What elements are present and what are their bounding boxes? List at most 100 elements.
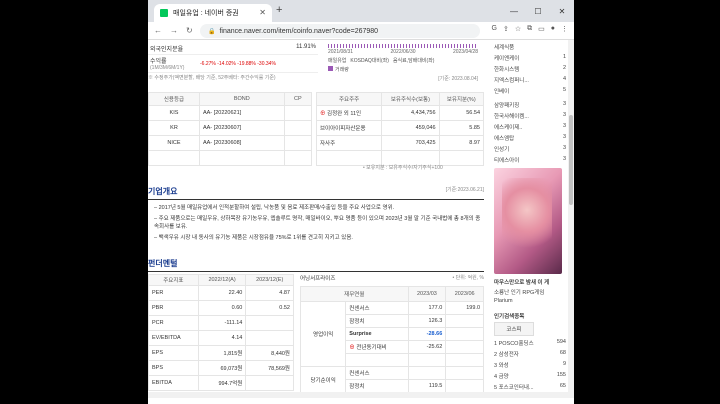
expand-icon[interactable]: ⊕ [320, 111, 326, 117]
table-row: 당기순이익 컨센서스 [299, 366, 484, 393]
menu-icon[interactable]: ⋮ [561, 25, 568, 33]
holder-shares: 459,046 [381, 120, 440, 136]
list-item[interactable]: 인성기 3 [494, 145, 566, 153]
holder-shares: 703,425 [381, 135, 440, 151]
star-icon[interactable]: ☆ [515, 25, 521, 33]
popular-list: 1 POSCO홀딩스 594 2 삼성전자 68 3 와성 9 4 금양 155 5 포… [492, 339, 568, 391]
list-item[interactable]: 한화시스템 2 [494, 65, 566, 73]
chart-date-basis: [기준: 2023.08.04] [438, 76, 478, 82]
credit-agency: KR [148, 120, 200, 136]
legend-main: 매일유업 [328, 58, 347, 64]
reload-icon[interactable]: ↻ [186, 26, 196, 35]
browser-tab[interactable]: 매일유업 : 네이버 증권 ✕ [154, 4, 272, 22]
table-row: EV/EBITDA 4.14 [148, 330, 294, 346]
earnings-title: 어닝서프라이즈 [300, 276, 336, 282]
sidepanel-icon[interactable]: ▭ [538, 25, 545, 33]
new-tab-button[interactable]: + [276, 4, 282, 16]
return-1m: -6.27% [200, 61, 216, 67]
table-row: PER 22.40 4.87 [148, 285, 294, 301]
google-icon[interactable]: G [492, 25, 497, 33]
ad-banner-image[interactable] [494, 168, 562, 274]
overview-date: [기준:2023.06.21] [445, 187, 484, 193]
indicators-table: 주요지표 2022/12(A) 2023/12(E) PER 22.40 4.87 … [148, 274, 294, 391]
main-column: 외국인지분율 11.91% 수익률 (1M/3M/6M/1Y) -6.27% -… [148, 40, 488, 398]
table-row: PCR -111.14 [148, 315, 294, 331]
foreign-ratio-value: 11.91% [296, 44, 316, 50]
chart-date-1: 2021/08/31 [328, 49, 354, 55]
mini-chart: 2021/08/31 2022/06/30 2023/04/28 매일유업 KO… [328, 44, 478, 82]
minimize-button[interactable]: — [502, 0, 526, 22]
credit-header: 신용등급 [148, 92, 200, 106]
fundamentals-header: 펀더멘털 [148, 258, 484, 272]
credit-date: [20230607] [213, 125, 242, 131]
list-item[interactable]: 에스엠탑 3 [494, 134, 566, 142]
window-close-button[interactable]: ✕ [550, 0, 574, 22]
scrollbar-thumb[interactable] [569, 115, 573, 205]
holder-pct: 56.54 [438, 105, 485, 121]
list-item[interactable]: 에스케이제.. 3 [494, 123, 566, 131]
chart-date-3: 2023/04/28 [452, 49, 478, 55]
legend-kosdaq: KOSDAQ대비(좌) [350, 58, 389, 64]
popular-title: 인기검색종목 [494, 314, 525, 320]
ad-brand: Plarium [494, 298, 513, 304]
url-text: finance.naver.com/item/coinfo.naver?code… [219, 27, 379, 35]
profile-icon[interactable]: ● [551, 25, 555, 33]
table-row: 자사주 703,425 8.97 [315, 135, 485, 151]
list-item[interactable]: 세계식품 [494, 43, 566, 51]
forward-icon[interactable]: → [170, 26, 180, 35]
earnings-header: 어닝서프라이즈 • 단위: 억원, % [300, 274, 484, 282]
list-item[interactable]: 삼양패키징 3 [494, 101, 566, 109]
tab-strip: 매일유업 : 네이버 증권 ✕ + — ☐ ✕ [148, 0, 574, 22]
earnings-col-header: 2023/06 [445, 286, 484, 302]
overview-item: – 주요 제품으로는 매일우유, 상하목장 유기농우유, 엡솔루트 명작, 매일… [154, 216, 481, 230]
list-item[interactable]: 케이엔케이 1 [494, 54, 566, 62]
list-item[interactable]: 2 삼성전자 68 [494, 350, 566, 358]
extensions-icon[interactable]: ⧉ [527, 25, 532, 33]
back-icon[interactable]: ← [154, 26, 164, 35]
credit-cp [283, 120, 313, 136]
holder-name: 자사주 [315, 135, 383, 151]
holder-name: 브이아이피자산운용 [315, 120, 383, 136]
credit-date: [20230608] [213, 140, 242, 146]
table-row: EBITDA 994.7억원 [148, 375, 294, 391]
table-row: ⊕ 김정완 외 11인 4,434,756 56.54 [315, 105, 485, 121]
list-item[interactable]: 한국사해이켐... 3 [494, 112, 566, 120]
share-icon[interactable]: ⇪ [503, 25, 509, 33]
recent-list: 세계식품 케이엔케이 1 한화시스템 2 지엑스컴퍼니... 4 인베이 5 [492, 43, 568, 95]
table-row: 영업이익 컨센서스 177.0 199.0 [299, 301, 484, 367]
table-row: NICE AA- [20230608] [148, 135, 313, 151]
browser-window: 매일유업 : 네이버 증권 ✕ + — ☐ ✕ ← → ↻ 🔒 finance.… [148, 0, 574, 404]
table-row: BPS 69,073원 78,569원 [148, 360, 294, 376]
horizontal-scrollbar[interactable] [148, 392, 568, 398]
credit-grade: AA- [202, 110, 213, 116]
holder-name[interactable]: 김정완 외 11인 [327, 111, 361, 117]
tab-close-icon[interactable]: ✕ [259, 8, 266, 17]
list-item[interactable]: 지엑스컴퍼니... 4 [494, 76, 566, 84]
overview-section: 기업개요 [기준:2023.06.21] – 2017년 5월 매일유업에서 인… [148, 186, 484, 244]
tab-title: 매일유업 : 네이버 증권 [173, 10, 239, 17]
overview-item: – 2017년 5월 매일유업에서 인적분할하여 설립, 낙농품 및 음료 제조… [154, 205, 395, 211]
list-item[interactable]: 1 POSCO홀딩스 594 [494, 339, 566, 347]
maximize-button[interactable]: ☐ [526, 0, 550, 22]
vertical-scrollbar[interactable] [568, 40, 574, 398]
return-sub: (1M/3M/6M/1Y) [150, 65, 185, 71]
price-note: ※ 수정주가(액면분할, 배당 기준, 52주베타: 주간수익률 기준) [148, 75, 276, 81]
url-field[interactable]: 🔒 finance.naver.com/item/coinfo.naver?co… [200, 24, 480, 38]
list-item[interactable]: 티에스아이 3 [494, 156, 566, 164]
tab-kospi[interactable]: 코스피 [494, 322, 534, 336]
volume-bars [328, 44, 478, 48]
list-item[interactable]: 인베이 5 [494, 87, 566, 95]
holders-header: 보유주식수(보통) [381, 92, 440, 106]
return-6m: -19.88% [237, 61, 256, 67]
list-item[interactable]: 3 와성 9 [494, 361, 566, 369]
ad-title[interactable]: 마우스만으로 밤새 이 게 [494, 278, 566, 286]
overview-item: – 백색우유 시장 내 동사의 유기농 제품은 시장점유율 75%로 1위를 견… [154, 235, 353, 241]
credit-table: 신용등급 BOND CP KIS AA- [20220621] KR AA- [… [148, 92, 313, 166]
holder-pct: 5.85 [438, 120, 485, 136]
credit-cp [283, 135, 313, 151]
expand-icon[interactable]: ⊕ [349, 345, 355, 351]
return-label: 수익률 [150, 59, 167, 65]
list-item[interactable]: 5 포스코인터내... 65 [494, 383, 566, 391]
list-item[interactable]: 4 금양 155 [494, 372, 566, 380]
credit-cp [283, 105, 313, 121]
